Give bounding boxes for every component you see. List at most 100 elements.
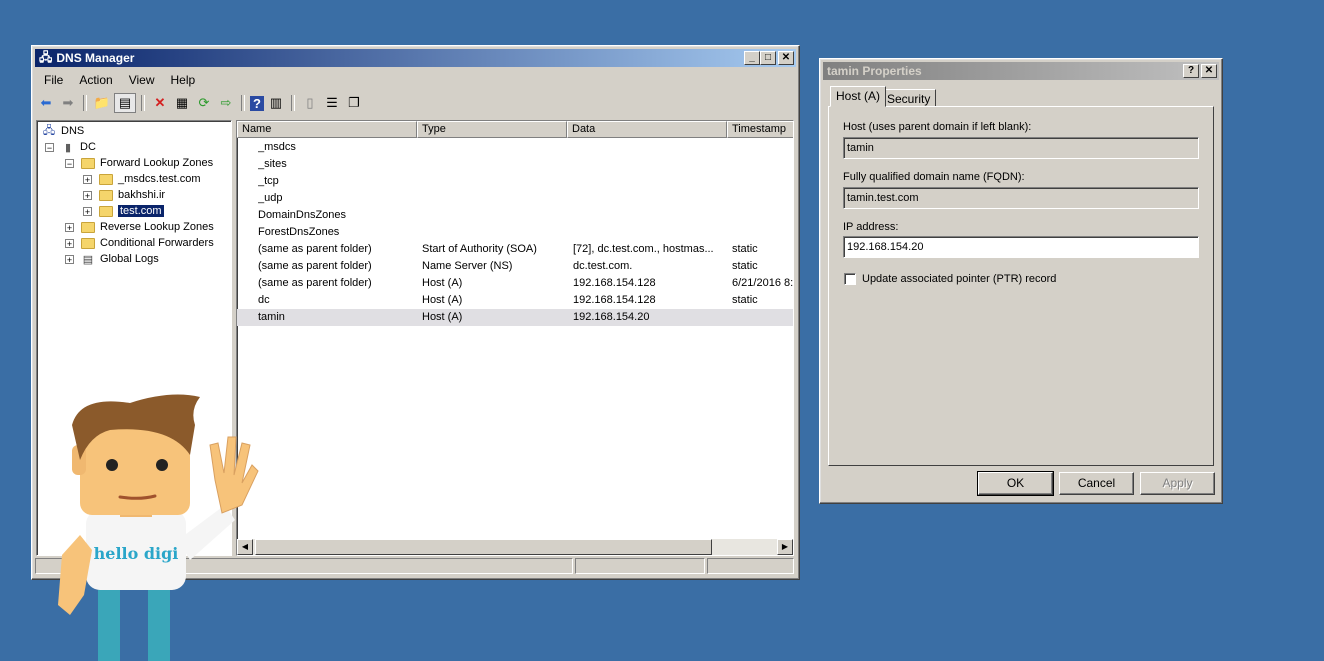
records-list-pane[interactable]: Name Type Data Timestamp _msdcs _sites _tc…	[236, 120, 794, 556]
server-icon[interactable]: ▯	[300, 94, 320, 112]
close-button[interactable]: ✕	[778, 51, 794, 65]
mascot-left-hand	[58, 535, 92, 615]
expand-toggle[interactable]: +	[83, 174, 92, 184]
tab-security[interactable]: Security	[881, 89, 937, 107]
record-timestamp: static	[732, 260, 758, 272]
server-icon: ▮	[64, 141, 72, 154]
cancel-button[interactable]: Cancel	[1059, 472, 1134, 495]
table-row[interactable]: ForestDnsZones	[237, 224, 793, 241]
table-row[interactable]: dc Host (A) 192.168.154.128 static	[237, 292, 793, 309]
column-header-data[interactable]: Data	[567, 121, 727, 138]
record-timestamp: static	[732, 243, 758, 255]
record-name: _sites	[258, 158, 287, 170]
tree-item-zone-msdcs[interactable]: + _msdcs.test.com	[83, 171, 201, 187]
table-row[interactable]: _msdcs	[237, 139, 793, 156]
tree-item-reverse-zones[interactable]: + Reverse Lookup Zones	[65, 219, 214, 235]
help-icon[interactable]: ?	[250, 95, 264, 111]
forward-arrow-icon[interactable]: ➡	[58, 94, 78, 112]
close-button[interactable]: ✕	[1201, 64, 1217, 78]
mascot-illustration: hello digi	[58, 394, 259, 661]
table-row[interactable]: (same as parent folder) Start of Authorit…	[237, 241, 793, 258]
help-button[interactable]: ?	[1183, 64, 1199, 78]
back-arrow-icon[interactable]: ⬅	[36, 94, 56, 112]
menu-file[interactable]: File	[36, 73, 71, 87]
expand-toggle[interactable]: +	[83, 206, 92, 216]
fqdn-label: Fully qualified domain name (FQDN):	[843, 171, 1025, 183]
dialog-title: tamin Properties	[827, 64, 922, 78]
maximize-button[interactable]: □	[760, 51, 776, 65]
copy-icon[interactable]: ❐	[344, 94, 364, 112]
menu-action[interactable]: Action	[71, 73, 120, 87]
tree-item-global-logs[interactable]: + ▤ Global Logs	[65, 251, 159, 267]
tree-item-dns[interactable]: 🖧 DNS	[41, 123, 84, 139]
ptr-label[interactable]: Update associated pointer (PTR) record	[862, 273, 1056, 285]
tree-label: Global Logs	[100, 253, 159, 265]
table-row[interactable]: _tcp	[237, 173, 793, 190]
properties-icon[interactable]: ▦	[172, 94, 192, 112]
expand-toggle[interactable]: +	[65, 254, 74, 264]
record-name: ForestDnsZones	[258, 226, 340, 238]
up-folder-icon[interactable]: 📁	[92, 94, 112, 112]
table-row[interactable]: tamin Host (A) 192.168.154.20	[237, 309, 793, 326]
record-type: Name Server (NS)	[422, 260, 513, 272]
tree-label: bakhshi.ir	[118, 189, 166, 201]
expand-toggle[interactable]: +	[83, 190, 92, 200]
table-row[interactable]: _sites	[237, 156, 793, 173]
mascot-waving-hand	[209, 436, 259, 514]
record-name: _tcp	[258, 175, 279, 187]
export-list-icon[interactable]: ⇨	[216, 94, 236, 112]
record-type: Host (A)	[422, 311, 463, 323]
dns-root-icon: 🖧	[42, 124, 56, 137]
fqdn-field[interactable]: tamin.test.com	[843, 187, 1199, 209]
log-icon: ▤	[82, 253, 94, 266]
tree-label-selected: test.com	[118, 205, 164, 217]
table-row[interactable]: (same as parent folder) Name Server (NS) d…	[237, 258, 793, 275]
expand-toggle[interactable]: +	[65, 222, 74, 232]
scroll-right-button[interactable]: ▶	[777, 539, 793, 555]
properties-dialog: tamin Properties ? ✕ Host (A) Security H…	[819, 58, 1223, 504]
tree-item-conditional-forwarders[interactable]: + Conditional Forwarders	[65, 235, 214, 251]
mascot-eye-left	[106, 459, 118, 471]
dns-manager-titlebar[interactable]: 🖧 DNS Manager _ □ ✕	[35, 49, 796, 67]
refresh-icon[interactable]: ⟳	[194, 94, 214, 112]
show-hide-tree-icon[interactable]: ▤	[114, 93, 136, 113]
collapse-toggle[interactable]: −	[65, 158, 74, 168]
host-field[interactable]: tamin	[843, 137, 1199, 159]
ptr-checkbox[interactable]	[844, 273, 856, 285]
menu-help[interactable]: Help	[163, 73, 204, 87]
host-tab-panel: Host (uses parent domain if left blank):…	[828, 106, 1214, 466]
column-header-name[interactable]: Name	[237, 121, 417, 138]
table-row[interactable]: DomainDnsZones	[237, 207, 793, 224]
horizontal-scrollbar[interactable]: ◀ ▶	[237, 539, 793, 555]
tree-label: _msdcs.test.com	[118, 173, 201, 185]
tree-item-forward-zones[interactable]: − Forward Lookup Zones	[65, 155, 213, 171]
action-pane-icon[interactable]: ▥	[266, 94, 286, 112]
apply-button[interactable]: Apply	[1140, 472, 1215, 495]
menu-view[interactable]: View	[121, 73, 163, 87]
tree-item-zone-test[interactable]: + test.com	[83, 203, 164, 219]
scroll-thumb[interactable]	[255, 539, 712, 555]
column-header-timestamp[interactable]: Timestamp	[727, 121, 793, 138]
record-data: 192.168.154.128	[573, 294, 656, 306]
record-data: dc.test.com.	[573, 260, 633, 272]
ip-address-label: IP address:	[843, 221, 899, 233]
delete-icon[interactable]: ✕	[150, 94, 170, 112]
record-name: (same as parent folder)	[258, 243, 372, 255]
table-row[interactable]: (same as parent folder) Host (A) 192.168.1…	[237, 275, 793, 292]
minimize-button[interactable]: _	[744, 51, 760, 65]
tab-host-a[interactable]: Host (A)	[830, 86, 887, 107]
record-name: dc	[258, 294, 270, 306]
tree-item-zone-bakhshi[interactable]: + bakhshi.ir	[83, 187, 165, 203]
column-header-type[interactable]: Type	[417, 121, 567, 138]
zone-icon	[98, 188, 114, 202]
properties-titlebar[interactable]: tamin Properties ? ✕	[823, 62, 1219, 80]
list-icon[interactable]: ☰	[322, 94, 342, 112]
record-timestamp: 6/21/2016 8:	[732, 277, 794, 289]
ip-address-input[interactable]: 192.168.154.20	[843, 236, 1199, 258]
tree-item-dc[interactable]: − ▮ DC	[45, 139, 96, 155]
table-row[interactable]: _udp	[237, 190, 793, 207]
record-name: DomainDnsZones	[258, 209, 347, 221]
collapse-toggle[interactable]: −	[45, 142, 54, 152]
ok-button[interactable]: OK	[977, 471, 1054, 496]
expand-toggle[interactable]: +	[65, 238, 74, 248]
